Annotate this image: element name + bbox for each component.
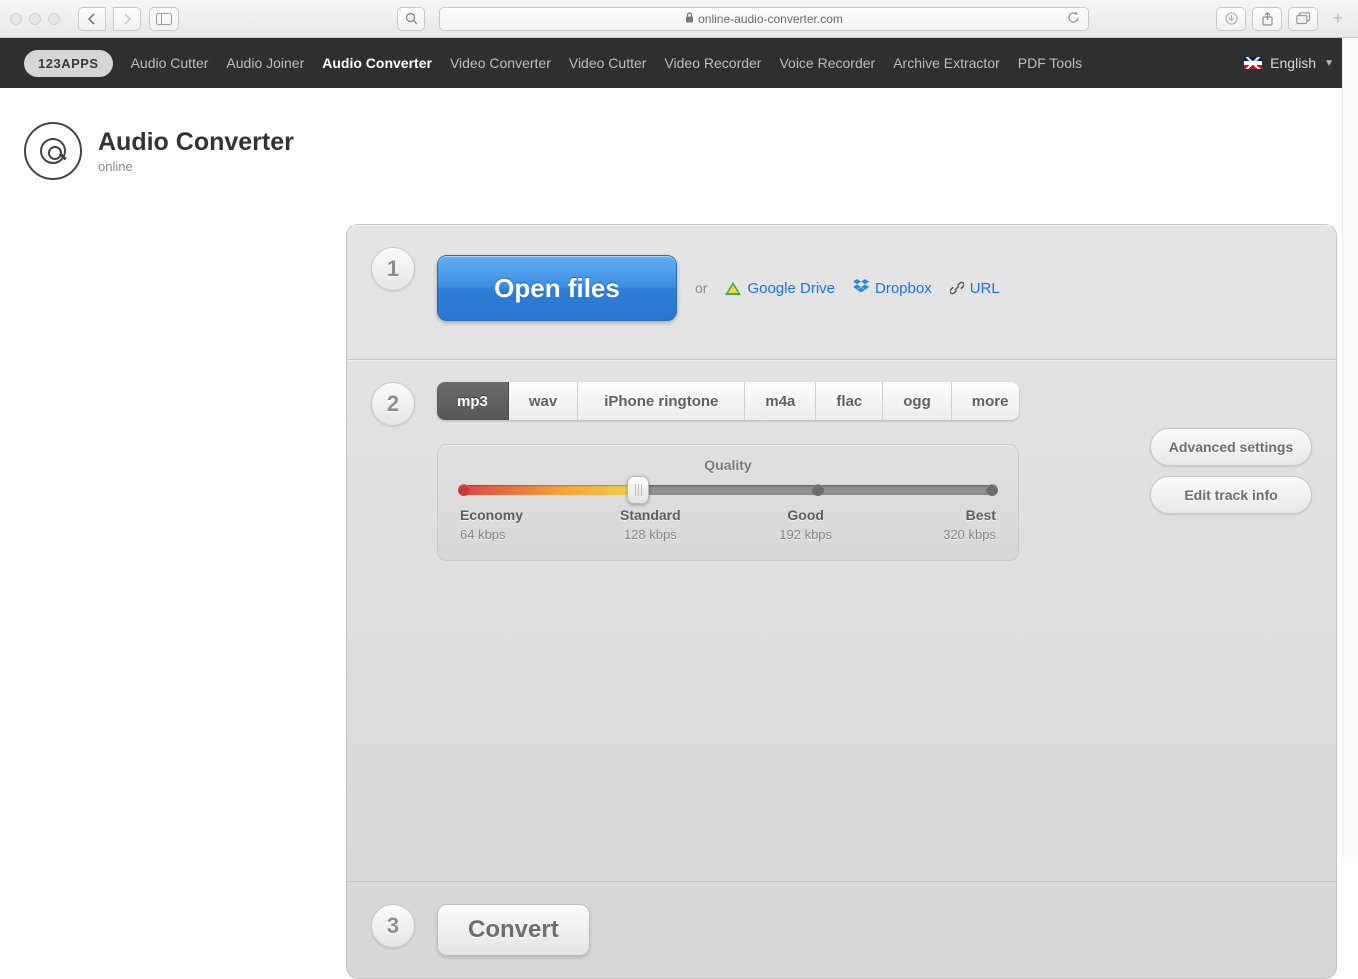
quality-rate: 128 kbps xyxy=(615,527,685,542)
quality-labels: Economy 64 kbps Standard 128 kbps Good 1… xyxy=(460,507,996,542)
step-3-section: 3 Convert xyxy=(347,882,1336,978)
dropbox-label: Dropbox xyxy=(875,280,932,297)
back-button[interactable] xyxy=(78,7,106,31)
nav-pdf-tools[interactable]: PDF Tools xyxy=(1018,55,1082,71)
step-2-section: 2 mp3 wav iPhone ringtone m4a flac ogg m… xyxy=(347,360,1336,882)
minimize-window-icon[interactable] xyxy=(29,13,41,25)
flag-icon xyxy=(1244,57,1262,69)
open-files-button[interactable]: Open files xyxy=(437,255,677,321)
dropbox-link[interactable]: Dropbox xyxy=(853,279,932,297)
or-text: or xyxy=(695,280,707,296)
quality-name: Best xyxy=(926,507,996,523)
step-1-badge: 1 xyxy=(371,247,415,291)
quality-name: Good xyxy=(771,507,841,523)
format-tab-wav[interactable]: wav xyxy=(509,382,578,420)
quality-level-standard: Standard 128 kbps xyxy=(615,507,685,542)
advanced-settings-button[interactable]: Advanced settings xyxy=(1150,428,1312,466)
format-tab-iphone-ringtone[interactable]: iPhone ringtone xyxy=(578,382,745,420)
nav-audio-cutter[interactable]: Audio Cutter xyxy=(131,55,209,71)
chevron-down-icon: ▼ xyxy=(1324,58,1334,69)
nav-video-converter[interactable]: Video Converter xyxy=(450,55,551,71)
quality-rate: 64 kbps xyxy=(460,527,530,542)
quality-panel: Quality Economy 64 kbps xyxy=(437,444,1019,561)
url-link[interactable]: URL xyxy=(950,280,1000,297)
browser-chrome: online-audio-converter.com + xyxy=(0,0,1358,38)
new-tab-button[interactable]: + xyxy=(1328,4,1348,34)
quality-name: Economy xyxy=(460,507,530,523)
quality-level-good: Good 192 kbps xyxy=(771,507,841,542)
zoom-window-icon[interactable] xyxy=(48,13,60,25)
convert-button[interactable]: Convert xyxy=(437,904,590,956)
quality-level-best: Best 320 kbps xyxy=(926,507,996,542)
slider-stop-4 xyxy=(986,484,998,496)
language-switcher[interactable]: English ▼ xyxy=(1244,55,1334,71)
nav-archive-extractor[interactable]: Archive Extractor xyxy=(893,55,1000,71)
address-bar[interactable]: online-audio-converter.com xyxy=(439,7,1089,31)
quality-level-economy: Economy 64 kbps xyxy=(460,507,530,542)
share-button[interactable] xyxy=(1252,7,1282,31)
language-label: English xyxy=(1270,55,1316,71)
page-title: Audio Converter xyxy=(98,128,294,157)
url-label: URL xyxy=(970,280,1000,297)
link-icon xyxy=(950,281,964,295)
audio-converter-icon xyxy=(24,122,82,180)
page-header: Audio Converter online xyxy=(24,122,1340,180)
google-drive-label: Google Drive xyxy=(747,280,835,297)
main-panel: 1 Open files or Google Drive Dropbox URL xyxy=(346,224,1337,979)
lock-icon xyxy=(685,12,694,26)
format-tabs: mp3 wav iPhone ringtone m4a flac ogg mor… xyxy=(437,382,1019,420)
quality-rate: 320 kbps xyxy=(926,527,996,542)
logo[interactable]: 123APPS xyxy=(24,50,113,77)
format-tab-mp3[interactable]: mp3 xyxy=(437,382,509,420)
step-3-badge: 3 xyxy=(371,904,415,948)
quality-rate: 192 kbps xyxy=(771,527,841,542)
format-tab-m4a[interactable]: m4a xyxy=(745,382,816,420)
downloads-button[interactable] xyxy=(1216,7,1246,31)
vertical-scrollbar[interactable] xyxy=(1342,38,1358,857)
sidebar-toggle-button[interactable] xyxy=(149,7,179,31)
forward-button[interactable] xyxy=(113,7,141,31)
window-controls xyxy=(10,13,60,25)
slider-stop-1 xyxy=(458,484,470,496)
quality-name: Standard xyxy=(615,507,685,523)
slider-stop-3 xyxy=(812,484,824,496)
step-2-badge: 2 xyxy=(371,382,415,426)
format-tab-more[interactable]: more xyxy=(952,382,1019,420)
tabs-button[interactable] xyxy=(1288,7,1318,31)
google-drive-link[interactable]: Google Drive xyxy=(725,280,835,297)
url-text: online-audio-converter.com xyxy=(698,12,843,26)
nav-video-recorder[interactable]: Video Recorder xyxy=(664,55,761,71)
quality-title: Quality xyxy=(460,457,996,473)
format-more-label: more xyxy=(972,393,1009,410)
slider-fill xyxy=(464,485,638,495)
reload-icon[interactable] xyxy=(1067,11,1080,27)
nav-video-cutter[interactable]: Video Cutter xyxy=(569,55,647,71)
edit-track-info-button[interactable]: Edit track info xyxy=(1150,476,1312,514)
nav-audio-converter[interactable]: Audio Converter xyxy=(322,55,432,71)
page-subtitle: online xyxy=(98,159,294,174)
nav-audio-joiner[interactable]: Audio Joiner xyxy=(226,55,304,71)
format-tab-flac[interactable]: flac xyxy=(816,382,883,420)
search-button[interactable] xyxy=(397,7,425,31)
step-1-section: 1 Open files or Google Drive Dropbox URL xyxy=(347,225,1336,360)
site-nav: 123APPS Audio Cutter Audio Joiner Audio … xyxy=(0,38,1358,88)
quality-slider[interactable] xyxy=(464,485,992,495)
format-tab-ogg[interactable]: ogg xyxy=(883,382,952,420)
dropbox-icon xyxy=(853,279,869,297)
nav-voice-recorder[interactable]: Voice Recorder xyxy=(779,55,875,71)
google-drive-icon xyxy=(725,282,741,295)
slider-thumb[interactable] xyxy=(627,476,649,504)
close-window-icon[interactable] xyxy=(10,13,22,25)
